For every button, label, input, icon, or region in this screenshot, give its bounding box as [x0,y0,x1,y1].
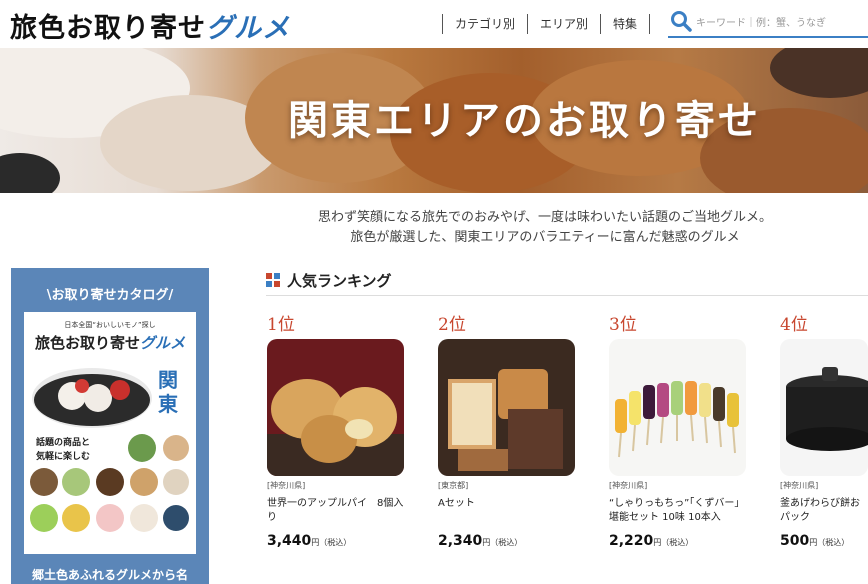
hero-title: 関東エリアのお取り寄せ [288,98,761,144]
price-unit: 円（税込） [653,538,694,547]
price-value: 2,220 [609,533,654,549]
grid-icon [266,273,280,287]
product-name[interactable]: 世界一のアップルパイ 8個入り [267,497,407,527]
hero-banner: 関東エリアのお取り寄せ [0,48,868,193]
price-value: 3,440 [267,533,312,549]
product-name[interactable]: Aセット [438,497,578,527]
intro-line: 旅色が厳選した、関東エリアのバラエティーに富んだ魅惑のグルメ [350,230,740,245]
product-image[interactable] [780,339,868,476]
logo-text: 旅色お取り寄せ [10,13,206,44]
nav-area[interactable]: エリア別 [527,14,600,34]
ranking-card[interactable]: 4位 [神奈川県] 釜あげわらび餅おパック 500円（税込） [780,310,868,549]
ranking-card[interactable]: 3位 [神奈川県] “しゃりっもちっ”「くずバー」堪能セット 10味 10本入 … [609,310,749,549]
product-prefecture: [東京都] [438,481,469,490]
product-prefecture: [神奈川県] [609,481,648,490]
product-image[interactable] [609,339,746,476]
intro-text: 思わず笑顔になる旅先でのおみやげ、一度は味わいたい話題のご当地グルメ。 旅色が厳… [250,208,840,248]
logo-text-accent: グルメ [206,13,290,44]
cover-title-text: 旅色お取り寄せ [34,334,140,352]
cover-dessert-image [32,368,152,428]
price-unit: 円（税込） [809,538,850,547]
cover-title: 旅色お取り寄せグルメ [24,332,196,353]
intro-line: 思わず笑顔になる旅先でのおみやげ、一度は味わいたい話題のご当地グルメ。 [317,210,773,225]
product-name[interactable]: “しゃりっもちっ”「くずバー」堪能セット 10味 10本入 [609,497,749,527]
site-header: 旅色お取り寄せグルメ カテゴリ別 エリア別 特集 [0,0,868,48]
product-image[interactable] [438,339,575,476]
price-value: 2,340 [438,533,483,549]
nav-category[interactable]: カテゴリ別 [442,14,527,34]
cover-food-thumbnails [30,434,189,532]
rank-label: 1位 [267,315,295,335]
nav-feature[interactable]: 特集 [600,14,651,34]
cover-title-accent: グルメ [140,334,186,352]
product-image[interactable] [267,339,404,476]
catalog-footer-text: 郷土色あふれるグルメから名 [31,568,188,582]
ranking-title: 人気ランキング [287,272,392,290]
price-value: 500 [780,533,810,549]
catalog-heading: \お取り寄せカタログ/ [46,288,174,303]
catalog-cover[interactable]: 日本全国“おいしいモノ”探し 旅色お取り寄せグルメ 関東 話題の商品と 気軽に楽… [24,312,196,554]
search-box [668,8,868,38]
rank-label: 3位 [609,315,637,335]
product-price: 2,340円（税込） [438,533,578,549]
catalog-banner[interactable]: \お取り寄せカタログ/ 日本全国“おいしいモノ”探し 旅色お取り寄せグルメ 関東… [11,268,209,584]
search-input[interactable] [696,14,866,32]
cover-tagline: 日本全国“おいしいモノ”探し [64,321,156,329]
price-unit: 円（税込） [311,538,352,547]
price-unit: 円（税込） [482,538,523,547]
product-name[interactable]: 釜あげわらび餅おパック [780,497,868,527]
product-price: 500円（税込） [780,533,868,549]
product-price: 3,440円（税込） [267,533,407,549]
ranking-card[interactable]: 1位 [神奈川県] 世界一のアップルパイ 8個入り 3,440円（税込） [267,310,407,549]
product-prefecture: [神奈川県] [267,481,306,490]
site-logo[interactable]: 旅色お取り寄せグルメ [10,6,290,45]
rank-label: 4位 [780,315,808,335]
product-price: 2,220円（税込） [609,533,749,549]
section-divider [266,295,868,296]
rank-label: 2位 [438,315,466,335]
product-prefecture: [神奈川県] [780,481,819,490]
search-icon[interactable] [670,10,692,32]
ranking-card[interactable]: 2位 [東京都] Aセット 2,340円（税込） [438,310,578,549]
main-nav: カテゴリ別 エリア別 特集 [442,14,651,34]
cover-region: 関東 [158,368,178,416]
